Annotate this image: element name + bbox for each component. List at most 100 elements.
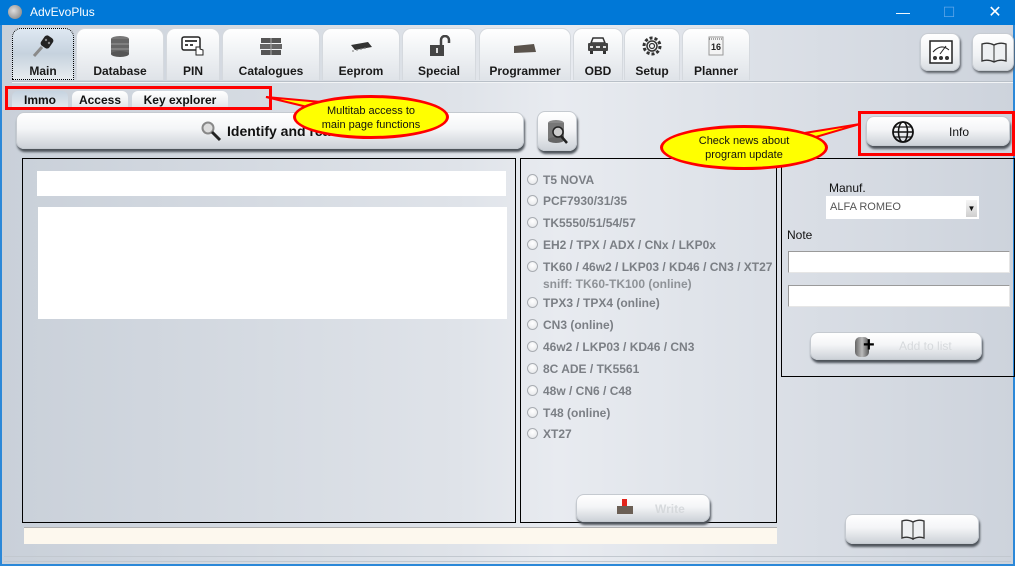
book-icon — [901, 519, 925, 540]
manufacturer-select[interactable]: ALFA ROMEO ▼ — [826, 196, 979, 219]
tab-database[interactable]: Database — [76, 28, 164, 80]
radio-button[interactable] — [527, 239, 538, 250]
subtab-access[interactable]: Access — [72, 91, 128, 109]
programmer-chip-icon — [617, 506, 633, 514]
close-button[interactable]: ✕ — [972, 0, 1015, 25]
tab-main[interactable]: Main — [12, 28, 74, 80]
annotation-multitab-line1: Multitab access to — [326, 105, 416, 117]
note-input-2[interactable] — [788, 285, 1010, 307]
radio-button[interactable] — [527, 341, 538, 352]
transponder-label: CN3 (online) — [543, 318, 614, 332]
radio-button[interactable] — [527, 297, 538, 308]
transponder-label: TK60 / 46w2 / LKP03 / KD46 / CN3 / XT27 — [543, 260, 773, 274]
transponder-label: T5 NOVA — [543, 173, 595, 187]
radio-button[interactable] — [527, 385, 538, 396]
tab-setup[interactable]: Setup — [624, 28, 680, 80]
add-to-list-button[interactable]: + Add to list — [810, 332, 982, 360]
write-button[interactable]: Write — [576, 494, 710, 522]
database-search-icon — [548, 120, 568, 144]
transponder-radio[interactable]: 48w / CN6 / C48 — [527, 384, 632, 398]
transponder-label: XT27 — [543, 427, 572, 441]
radio-button[interactable] — [527, 407, 538, 418]
transponder-panel: T5 NOVA PCF7930/31/35 TK5550/51/54/57 EH2 /… — [520, 158, 777, 523]
annotation-info: Check news about program update — [660, 125, 828, 170]
transponder-radio[interactable]: CN3 (online) — [527, 318, 614, 332]
database-search-button[interactable] — [537, 111, 577, 151]
radio-button[interactable] — [527, 174, 538, 185]
info-label: Info — [949, 125, 970, 139]
tab-pin[interactable]: PIN — [166, 28, 220, 80]
radio-button[interactable] — [527, 217, 538, 228]
help-manual-button[interactable] — [845, 514, 979, 544]
tab-database-label: Database — [93, 64, 147, 78]
transponder-radio[interactable]: 46w2 / LKP03 / KD46 / CN3 — [527, 340, 694, 354]
tab-main-label: Main — [29, 64, 57, 78]
app-logo-icon — [8, 5, 22, 19]
transponder-radio[interactable]: 8C ADE / TK5561 — [527, 362, 639, 376]
tab-obd-label: OBD — [584, 64, 612, 78]
add-to-list-label: Add to list — [899, 339, 952, 353]
transponder-label: EH2 / TPX / ADX / CNx / LKP0x — [543, 238, 716, 252]
radio-button[interactable] — [527, 428, 538, 439]
transponder-label: 48w / CN6 / C48 — [543, 384, 632, 398]
book-icon — [981, 42, 1007, 63]
subtab-immo[interactable]: Immo — [12, 91, 68, 109]
radio-button[interactable] — [527, 319, 538, 330]
tab-programmer-label: Programmer — [489, 64, 561, 78]
minimize-button[interactable]: — — [880, 0, 926, 25]
note-input-1[interactable] — [788, 251, 1010, 273]
radio-button[interactable] — [527, 363, 538, 374]
transponder-label: TK5550/51/54/57 — [543, 216, 636, 230]
tab-planner[interactable]: 16 Planner — [682, 28, 750, 80]
unlocked-padlock-icon — [430, 35, 451, 56]
transponder-radio[interactable]: PCF7930/31/35 — [527, 194, 627, 208]
write-label: Write — [655, 502, 685, 516]
database-icon — [111, 36, 129, 57]
plus-icon: + — [863, 334, 875, 356]
tab-special[interactable]: Special — [402, 28, 476, 80]
title-bar: AdvEvoPlus — ☐ ✕ — [0, 0, 1015, 25]
books-stack-icon — [260, 38, 282, 55]
subtab-key-explorer[interactable]: Key explorer — [132, 91, 228, 109]
transponder-radio[interactable]: TK60 / 46w2 / LKP03 / KD46 / CN3 / XT27 — [527, 260, 772, 274]
transponder-label: TPX3 / TPX4 (online) — [543, 296, 660, 310]
tab-programmer[interactable]: Programmer — [479, 28, 571, 80]
transponder-radio[interactable]: T48 (online) — [527, 406, 610, 420]
arrow-down-icon — [622, 499, 627, 506]
tab-catalogues[interactable]: Catalogues — [222, 28, 320, 80]
app-window: Main Database PIN Catalogues Eeprom Spec… — [0, 25, 1015, 566]
car-front-icon — [588, 37, 608, 54]
annotation-info-line1: Check news about — [698, 135, 790, 147]
chevron-down-icon[interactable]: ▼ — [966, 200, 977, 217]
key-info-area[interactable] — [38, 207, 507, 319]
maximize-button[interactable]: ☐ — [926, 0, 972, 25]
transponder-label: 8C ADE / TK5561 — [543, 362, 640, 376]
key-list-panel: Manuf. ALFA ROMEO ▼ Note + Add to list — [781, 158, 1015, 377]
diagnostics-meter-button[interactable] — [920, 33, 960, 71]
keypad-hand-icon — [181, 36, 204, 56]
transponder-radio[interactable]: TPX3 / TPX4 (online) — [527, 296, 660, 310]
toolbar-divider — [12, 81, 1013, 83]
info-button[interactable]: Info — [866, 116, 1010, 146]
manufacturer-label: Manuf. — [829, 181, 866, 195]
manual-button[interactable] — [972, 33, 1014, 71]
meter-gauge-icon — [929, 40, 953, 64]
transponder-radio[interactable]: TK5550/51/54/57 — [527, 216, 636, 230]
tab-setup-label: Setup — [635, 64, 669, 78]
key-data-panel — [22, 158, 516, 523]
gear-icon — [642, 36, 662, 56]
chip-icon — [351, 42, 372, 52]
tab-eeprom[interactable]: Eeprom — [322, 28, 400, 80]
key-id-field[interactable] — [37, 171, 506, 196]
annotation-multitab: Multitab access to main page functions — [293, 95, 449, 139]
transponder-label: PCF7930/31/35 — [543, 194, 628, 208]
transponder-radio[interactable]: XT27 — [527, 427, 572, 441]
transponder-radio[interactable]: T5 NOVA — [527, 173, 594, 187]
radio-button[interactable] — [527, 195, 538, 206]
transponder-radio[interactable]: EH2 / TPX / ADX / CNx / LKP0x — [527, 238, 716, 252]
tab-catalogues-label: Catalogues — [238, 64, 304, 78]
status-bar — [24, 527, 777, 544]
tab-pin-label: PIN — [182, 64, 203, 78]
radio-button[interactable] — [527, 261, 538, 272]
tab-obd[interactable]: OBD — [573, 28, 623, 80]
